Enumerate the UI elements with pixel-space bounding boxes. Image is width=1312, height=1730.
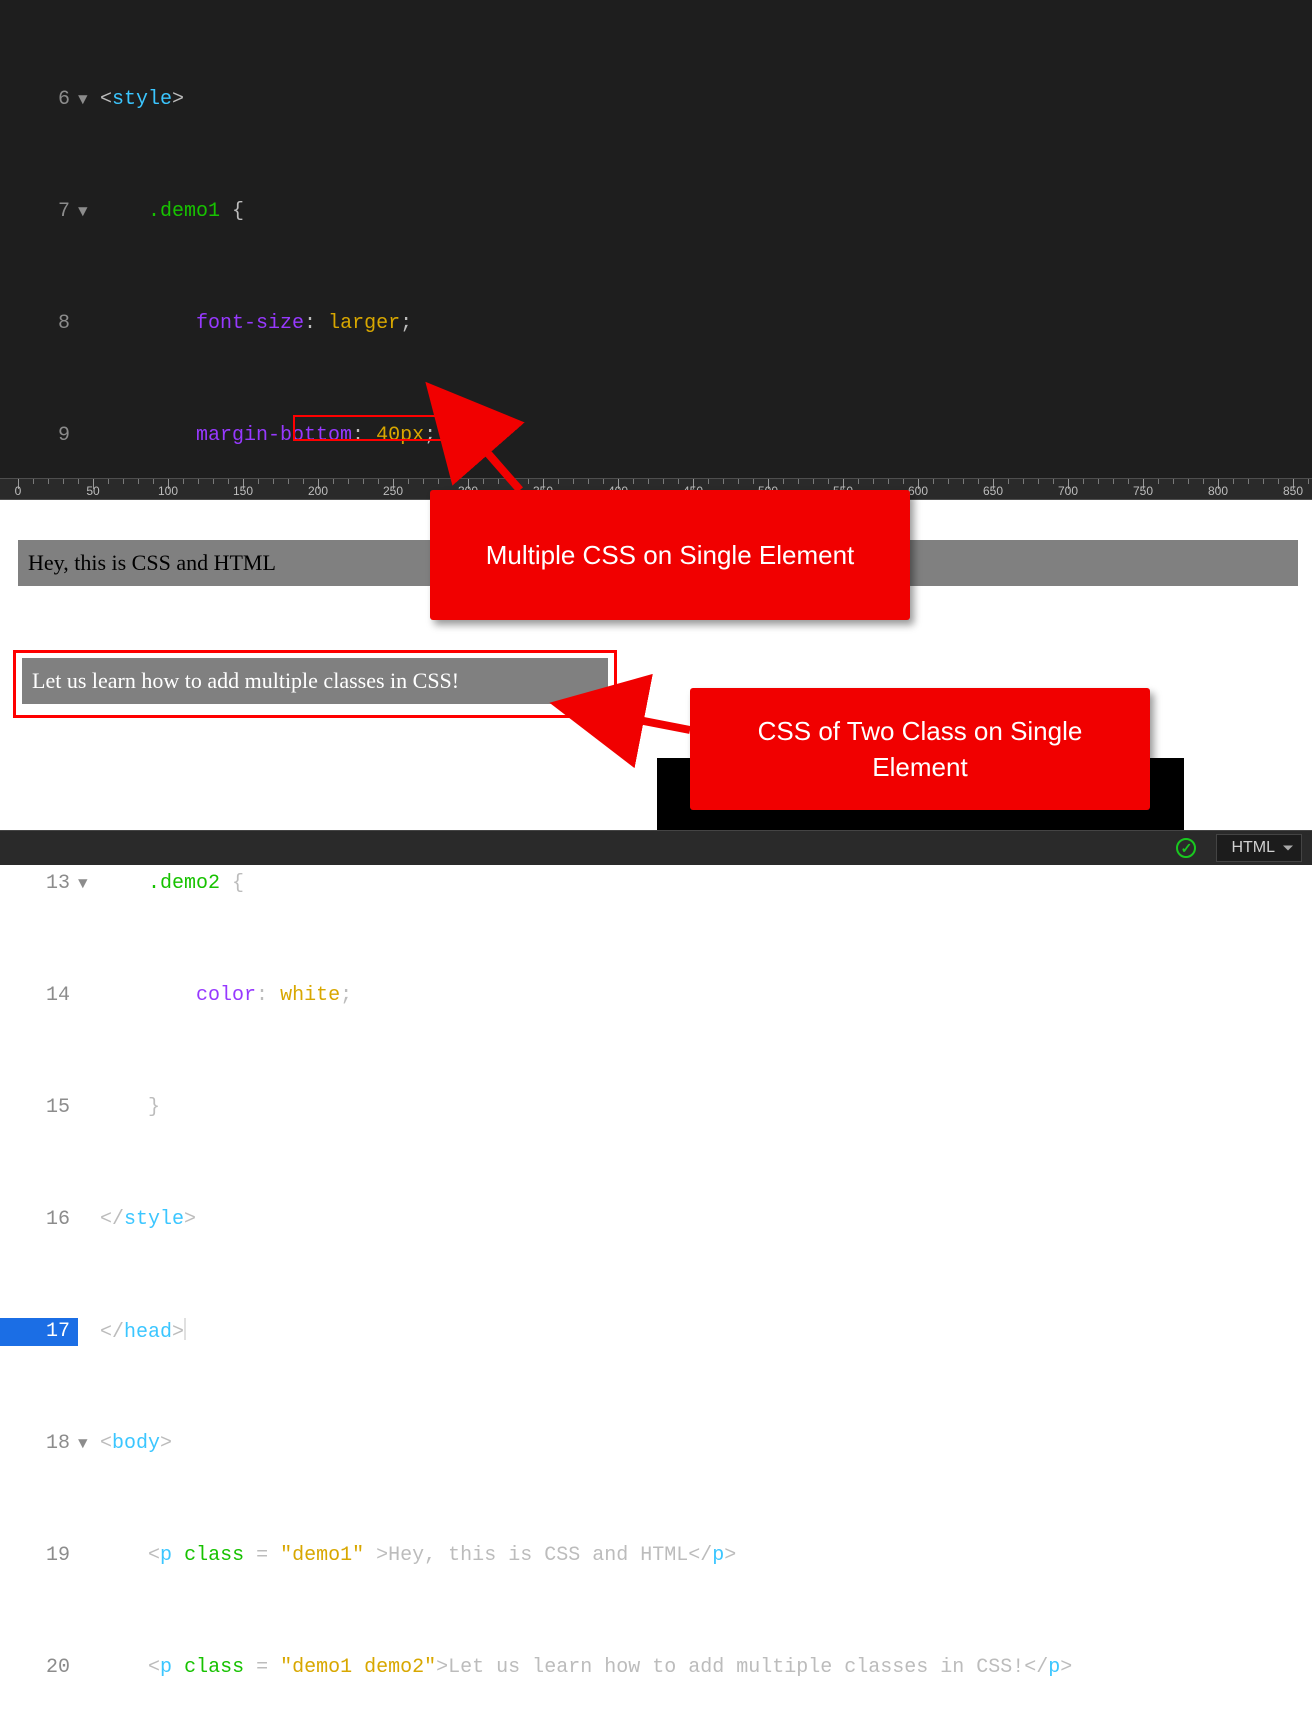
code-line[interactable]: 15 } — [0, 1094, 1312, 1122]
line-number: 18 — [0, 1430, 78, 1458]
line-number: 9 — [0, 422, 78, 450]
status-ok-icon: ✓ — [1176, 838, 1196, 858]
line-number: 20 — [0, 1654, 78, 1682]
code-line[interactable]: 17 </head> — [0, 1318, 1312, 1346]
code-line[interactable]: 19 <p class = "demo1" >Hey, this is CSS … — [0, 1542, 1312, 1570]
code-line[interactable]: 13 ▼ .demo2 { — [0, 870, 1312, 898]
line-number: 7 — [0, 198, 78, 226]
code-editor[interactable]: 6 ▼ <style> 7 ▼ .demo1 { 8 font-size: la… — [0, 0, 1312, 478]
code-line[interactable]: 6 ▼ <style> — [0, 86, 1312, 114]
code-line[interactable]: 18 ▼ <body> — [0, 1430, 1312, 1458]
fold-icon[interactable]: ▼ — [78, 198, 100, 226]
status-bar: ✓ HTML — [0, 830, 1312, 865]
callout-2-text: CSS of Two Class on Single Element — [708, 713, 1132, 785]
line-number: 6 — [0, 86, 78, 114]
code-line[interactable]: 8 font-size: larger; — [0, 310, 1312, 338]
line-number: 16 — [0, 1206, 78, 1234]
code-line[interactable]: 7 ▼ .demo1 { — [0, 198, 1312, 226]
callout-2: CSS of Two Class on Single Element — [690, 688, 1150, 810]
code-line[interactable]: 9 margin-bottom: 40px; — [0, 422, 1312, 450]
fold-icon[interactable]: ▼ — [78, 1430, 100, 1458]
line-number: 19 — [0, 1542, 78, 1570]
line-number: 15 — [0, 1094, 78, 1122]
line-number-active: 17 — [0, 1318, 78, 1346]
code-block[interactable]: 6 ▼ <style> 7 ▼ .demo1 { 8 font-size: la… — [0, 0, 1312, 1730]
line-number: 13 — [0, 870, 78, 898]
line-number: 8 — [0, 310, 78, 338]
code-line[interactable]: 14 color: white; — [0, 982, 1312, 1010]
line-number: 14 — [0, 982, 78, 1010]
callout-1-text: Multiple CSS on Single Element — [486, 537, 855, 573]
code-line[interactable]: 16 </style> — [0, 1206, 1312, 1234]
fold-icon[interactable]: ▼ — [78, 86, 100, 114]
fold-icon[interactable]: ▼ — [78, 870, 100, 898]
callout-1: Multiple CSS on Single Element — [430, 490, 910, 620]
code-line[interactable]: 20 <p class = "demo1 demo2">Let us learn… — [0, 1654, 1312, 1682]
rendered-p2: Let us learn how to add multiple classes… — [22, 658, 608, 704]
language-selector[interactable]: HTML — [1216, 834, 1302, 862]
text-cursor — [184, 1318, 186, 1340]
